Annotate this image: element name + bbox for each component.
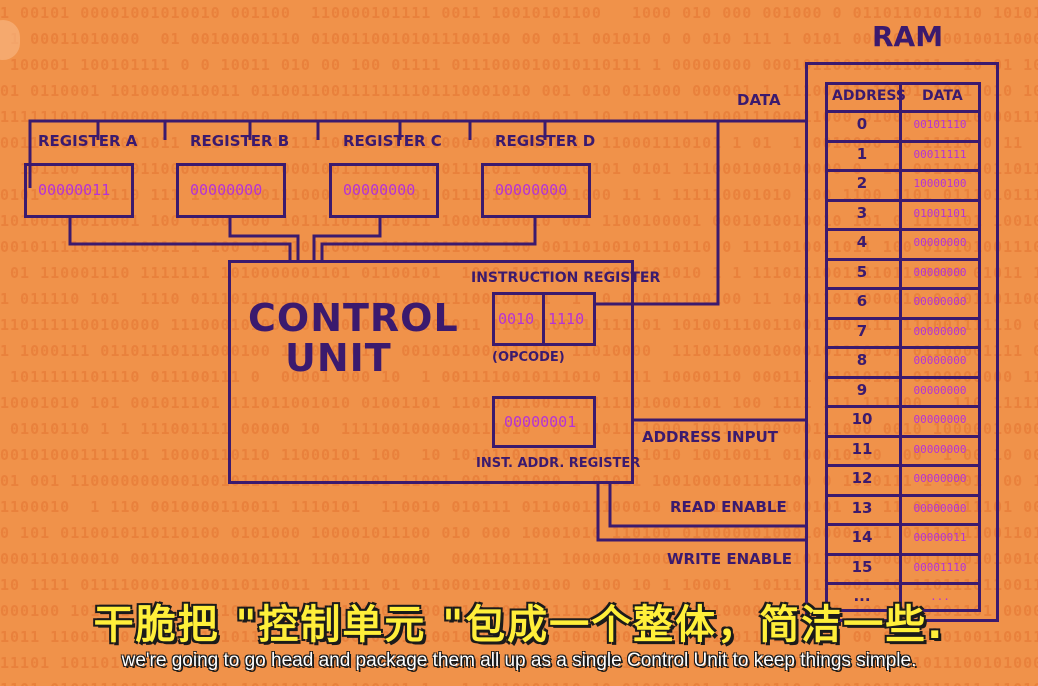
ram-row-divider: [825, 434, 981, 438]
register-d-value: 00000000: [495, 181, 568, 199]
instruction-register-divider: [542, 292, 545, 346]
subtitle-chinese: 干脆把 "控制单元 "包成一个整体，简洁一些.: [93, 602, 945, 648]
ram-row-divider: [825, 198, 981, 202]
ram-row-address: 1: [856, 144, 868, 163]
ram-row-address: 8: [856, 351, 868, 369]
ram-row-divider: [825, 405, 981, 408]
ram-data-header: DATA: [922, 88, 963, 104]
wire-reg-c: [312, 218, 382, 260]
ram-row-divider: [825, 257, 981, 261]
ram-row-divider: [825, 316, 981, 320]
ram-row-data: 00000000: [913, 324, 967, 338]
instruction-register-label: INSTRUCTION REGISTER: [471, 270, 661, 286]
ram-row-data: 00000000: [913, 472, 967, 485]
ram-row-address: 5: [856, 262, 868, 281]
ram-row-data: 00001110: [913, 560, 967, 574]
ram-row-address: 4: [856, 233, 868, 251]
control-unit-title-line1: CONTROL: [248, 296, 459, 340]
ram-row-address: 15: [851, 557, 873, 576]
ram-row-data: 00000000: [913, 501, 967, 515]
ram-row-address: 3: [856, 203, 868, 222]
ram-address-header: ADDRESS: [832, 88, 906, 104]
wire-reg-b: [228, 218, 300, 260]
register-b-value: 00000000: [190, 181, 263, 199]
ram-row-divider: [825, 552, 981, 556]
opcode-value: 0010: [498, 310, 535, 328]
wire-reg-a: [68, 218, 292, 260]
register-a-label: REGISTER A: [38, 132, 138, 150]
ram-row-address: 0: [856, 115, 868, 133]
ram-row-data: 00000000: [913, 295, 967, 308]
register-b-label: REGISTER B: [190, 132, 290, 150]
ram-row-divider: [825, 139, 981, 143]
ram-row-address: 13: [851, 498, 873, 517]
ram-row-address: 11: [851, 439, 873, 458]
ram-row-divider: [825, 523, 981, 526]
wire-reg-d: [320, 218, 537, 260]
ram-row-divider: [825, 287, 981, 290]
ram-row-data: 00000000: [913, 236, 967, 249]
ram-row-divider: [825, 169, 981, 172]
ram-row-data: 00000000: [913, 354, 967, 367]
ram-row-address: 6: [856, 292, 868, 310]
ram-row-divider: [825, 228, 981, 231]
ram-row-data: 00000000: [913, 442, 967, 456]
ram-row-address: 9: [856, 380, 868, 399]
ram-title: RAM: [872, 20, 944, 53]
cpu-diagram: REGISTER A 00000011 REGISTER B 00000000 REGI…: [0, 0, 1038, 686]
ram-row-address: 2: [856, 174, 868, 192]
register-c-label: REGISTER C: [343, 132, 442, 150]
address-input-label: ADDRESS INPUT: [642, 428, 779, 446]
ram-row-divider: [825, 582, 981, 585]
ram-row-data: 10000100: [913, 177, 967, 190]
opcode-label: (OPCODE): [492, 350, 565, 365]
ram-row-data: 00000000: [913, 265, 967, 279]
ram-row-divider: [825, 110, 981, 113]
control-unit-title-line2: UNIT: [285, 336, 392, 380]
ram-row-address: 12: [851, 469, 873, 487]
ram-row-address: 10: [851, 410, 873, 428]
instruction-address-value: 1110: [548, 310, 585, 328]
ram-row-data: 00011111: [913, 147, 967, 161]
read-enable-label: READ ENABLE: [670, 498, 787, 516]
ram-row-divider: [825, 493, 981, 497]
ram-row-address: 7: [856, 321, 868, 340]
ram-row-data: 01001101: [913, 206, 967, 220]
ram-row-data: 00000011: [913, 531, 967, 544]
subtitle-english: we're going to go head and package them …: [121, 650, 917, 671]
register-c-value: 00000000: [343, 181, 416, 199]
ram-row-address: 14: [851, 528, 873, 546]
ram-row-divider: [825, 346, 981, 349]
ram-row-divider: [825, 375, 981, 379]
ram-row-data: 00000000: [913, 413, 967, 426]
ram-row-data: 00000000: [913, 383, 967, 397]
inst-addr-register-value: 00000001: [504, 413, 577, 431]
register-d-label: REGISTER D: [495, 132, 596, 150]
data-bus-label: DATA: [737, 91, 781, 109]
ram-row-divider: [825, 464, 981, 467]
ram-row-data: 00101110: [913, 118, 967, 131]
write-enable-label: WRITE ENABLE: [667, 550, 793, 568]
register-a-value: 00000011: [38, 181, 111, 199]
inst-addr-register-label: INST. ADDR. REGISTER: [476, 456, 641, 471]
